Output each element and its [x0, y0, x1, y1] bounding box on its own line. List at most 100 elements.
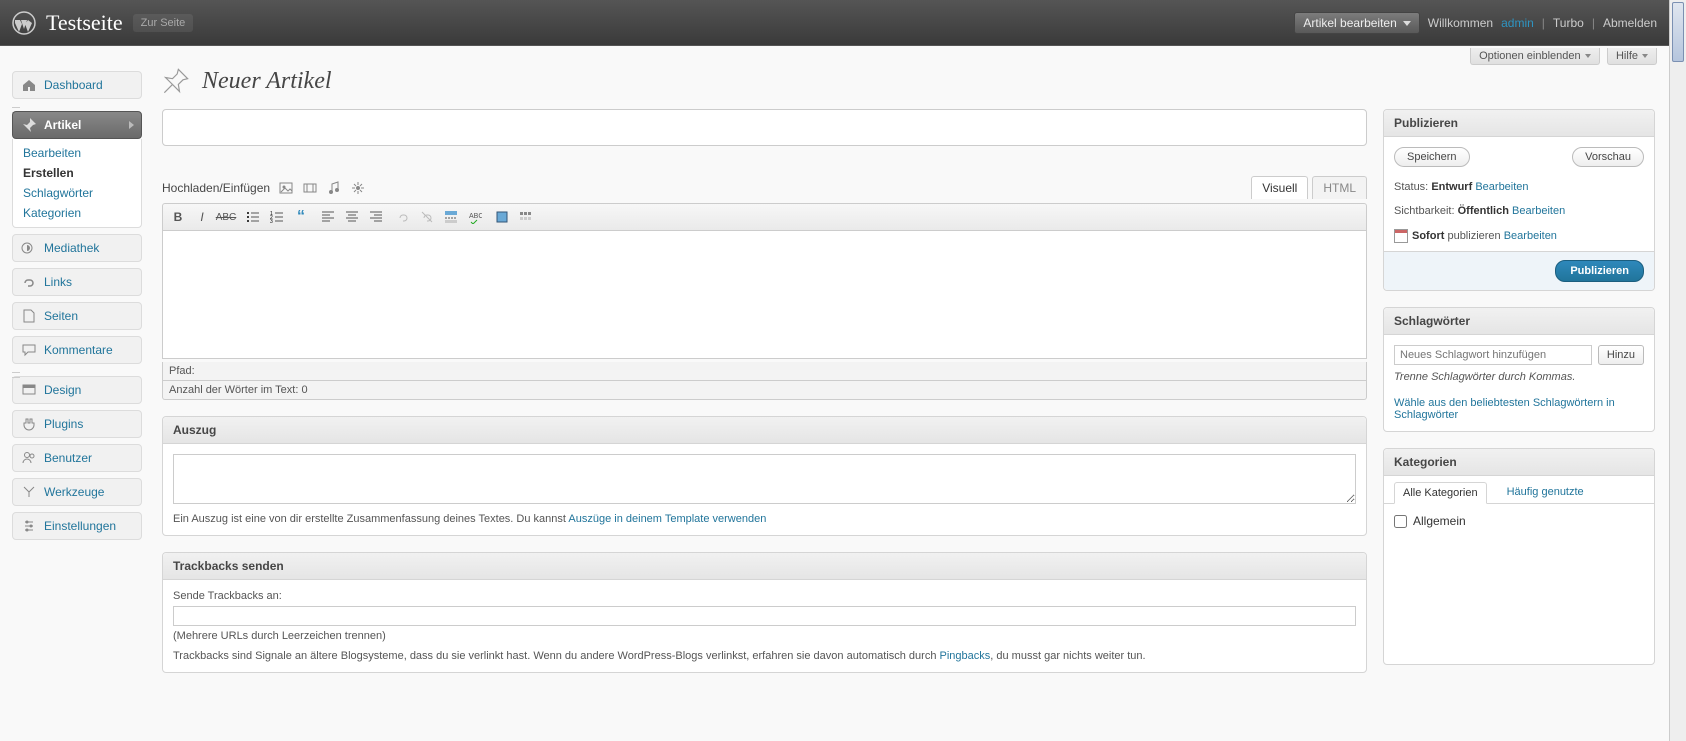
strikethrough-button[interactable]: ABC [215, 206, 237, 228]
turbo-link[interactable]: Turbo [1553, 16, 1584, 30]
tab-html[interactable]: HTML [1312, 176, 1367, 199]
wordpress-logo-icon [12, 11, 36, 35]
editor-wordcount: Anzahl der Wörter im Text: 0 [162, 381, 1367, 400]
page-heading-row: Neuer Artikel [162, 67, 1655, 95]
popular-tags-link[interactable]: Wähle aus den beliebtesten Schlagwörtern… [1394, 397, 1615, 421]
chevron-down-icon [1585, 54, 1591, 58]
svg-text:ABC: ABC [469, 213, 482, 220]
preview-button[interactable]: Vorschau [1572, 147, 1644, 167]
page-icon [21, 308, 37, 324]
menu-item-plugins[interactable]: Plugins [12, 410, 142, 438]
excerpt-textarea[interactable] [173, 454, 1356, 504]
spellcheck-button[interactable]: ABC [464, 206, 486, 228]
submenu-item-bearbeiten[interactable]: Bearbeiten [13, 143, 141, 163]
kitchen-sink-button[interactable] [515, 206, 537, 228]
favorite-actions-dropdown[interactable]: Artikel bearbeiten [1294, 12, 1419, 34]
chevron-right-icon [129, 121, 134, 129]
italic-button[interactable]: I [191, 206, 213, 228]
categories-heading: Kategorien [1384, 449, 1654, 476]
fullscreen-button[interactable] [491, 206, 513, 228]
edit-schedule-link[interactable]: Bearbeiten [1504, 230, 1557, 242]
submenu-item-schlagworter[interactable]: Schlagwörter [13, 183, 141, 203]
add-video-icon[interactable] [302, 180, 318, 196]
menu-item-kommentare[interactable]: Kommentare [12, 336, 142, 364]
tab-popular-categories[interactable]: Häufig genutzte [1499, 482, 1592, 503]
align-left-button[interactable] [317, 206, 339, 228]
link-button[interactable] [392, 206, 414, 228]
link-icon [21, 274, 37, 290]
new-tag-input[interactable] [1394, 345, 1592, 365]
category-item-allgemein[interactable]: Allgemein [1394, 514, 1644, 528]
menu-item-einstellungen[interactable]: Einstellungen [12, 512, 142, 540]
more-tag-button[interactable] [440, 206, 462, 228]
publish-box: Publizieren Speichern Vorschau Status: E… [1383, 109, 1655, 291]
screen-options-toggle[interactable]: Optionen einblenden [1470, 48, 1600, 65]
help-toggle[interactable]: Hilfe [1607, 48, 1657, 65]
add-media-icon[interactable] [350, 180, 366, 196]
comment-icon [21, 342, 37, 358]
menu-item-werkzeuge[interactable]: Werkzeuge [12, 478, 142, 506]
page-title: Neuer Artikel [202, 68, 332, 95]
bold-button[interactable]: B [167, 206, 189, 228]
align-right-button[interactable] [365, 206, 387, 228]
trackbacks-heading: Trackbacks senden [163, 553, 1366, 580]
publish-status-row: Status: Entwurf Bearbeiten [1384, 177, 1654, 201]
publish-schedule-row: Sofort publizieren Bearbeiten [1384, 225, 1654, 251]
plugin-icon [21, 416, 37, 432]
post-content-editor[interactable] [162, 231, 1367, 359]
menu-item-benutzer[interactable]: Benutzer [12, 444, 142, 472]
menu-item-dashboard[interactable]: Dashboard [12, 71, 142, 99]
view-site-link[interactable]: Zur Seite [133, 14, 194, 32]
tags-heading: Schlagwörter [1384, 308, 1654, 335]
bullet-list-button[interactable] [242, 206, 264, 228]
admin-sidebar: Dashboard Artikel Bearbeiten Erstellen S… [0, 65, 148, 709]
blockquote-button[interactable]: “ [290, 206, 312, 228]
categories-box: Kategorien Alle Kategorien Häufig genutz… [1383, 448, 1655, 665]
submenu-artikel: Bearbeiten Erstellen Schlagwörter Katego… [12, 139, 142, 228]
tags-hint-text: Trenne Schlagwörter durch Kommas. [1394, 371, 1575, 383]
pin-icon [21, 117, 37, 133]
editor-path: Pfad: [162, 362, 1367, 381]
scrollbar-thumb[interactable] [1672, 2, 1684, 62]
save-draft-button[interactable]: Speichern [1394, 147, 1470, 167]
post-title-input[interactable] [162, 109, 1367, 146]
logout-link[interactable]: Abmelden [1603, 16, 1657, 30]
menu-item-seiten[interactable]: Seiten [12, 302, 142, 330]
excerpt-hint-link[interactable]: Auszüge in deinem Template verwenden [568, 513, 766, 525]
tab-all-categories[interactable]: Alle Kategorien [1394, 482, 1487, 504]
edit-status-link[interactable]: Bearbeiten [1475, 181, 1528, 193]
ordered-list-button[interactable]: 123 [266, 206, 288, 228]
trackbacks-input[interactable] [173, 606, 1356, 626]
menu-item-mediathek[interactable]: Mediathek [12, 234, 142, 262]
browser-scrollbar[interactable] [1669, 0, 1686, 741]
add-audio-icon[interactable] [326, 180, 342, 196]
users-icon [21, 450, 37, 466]
media-upload-label: Hochladen/Einfügen [162, 181, 270, 195]
excerpt-heading: Auszug [163, 417, 1366, 444]
menu-item-artikel[interactable]: Artikel [12, 111, 142, 139]
trackbacks-desc-post: , du musst gar nichts weiter tun. [990, 650, 1145, 662]
screen-meta: Optionen einblenden Hilfe [0, 46, 1669, 65]
submenu-item-kategorien[interactable]: Kategorien [13, 203, 141, 223]
menu-item-links[interactable]: Links [12, 268, 142, 296]
add-tag-button[interactable]: Hinzu [1598, 345, 1644, 365]
menu-separator[interactable] [12, 370, 142, 376]
align-center-button[interactable] [341, 206, 363, 228]
publish-heading: Publizieren [1384, 110, 1654, 137]
trackbacks-desc-pre: Trackbacks sind Signale an ältere Blogsy… [173, 650, 940, 662]
add-image-icon[interactable] [278, 180, 294, 196]
media-upload-row: Hochladen/Einfügen Visuell HTML [162, 176, 1367, 199]
publish-button[interactable]: Publizieren [1555, 260, 1644, 282]
site-title[interactable]: Testseite [46, 10, 123, 36]
home-icon [21, 77, 37, 93]
category-checkbox-allgemein[interactable] [1394, 515, 1407, 528]
submenu-item-erstellen[interactable]: Erstellen [13, 163, 141, 183]
profile-link[interactable]: admin [1501, 16, 1534, 30]
menu-item-design[interactable]: Design [12, 376, 142, 404]
edit-visibility-link[interactable]: Bearbeiten [1512, 205, 1565, 217]
tab-visual[interactable]: Visuell [1251, 176, 1308, 199]
pingbacks-link[interactable]: Pingbacks [940, 650, 991, 662]
excerpt-box: Auszug Ein Auszug ist eine von dir erste… [162, 416, 1367, 536]
svg-text:3: 3 [270, 219, 273, 224]
unlink-button[interactable] [416, 206, 438, 228]
